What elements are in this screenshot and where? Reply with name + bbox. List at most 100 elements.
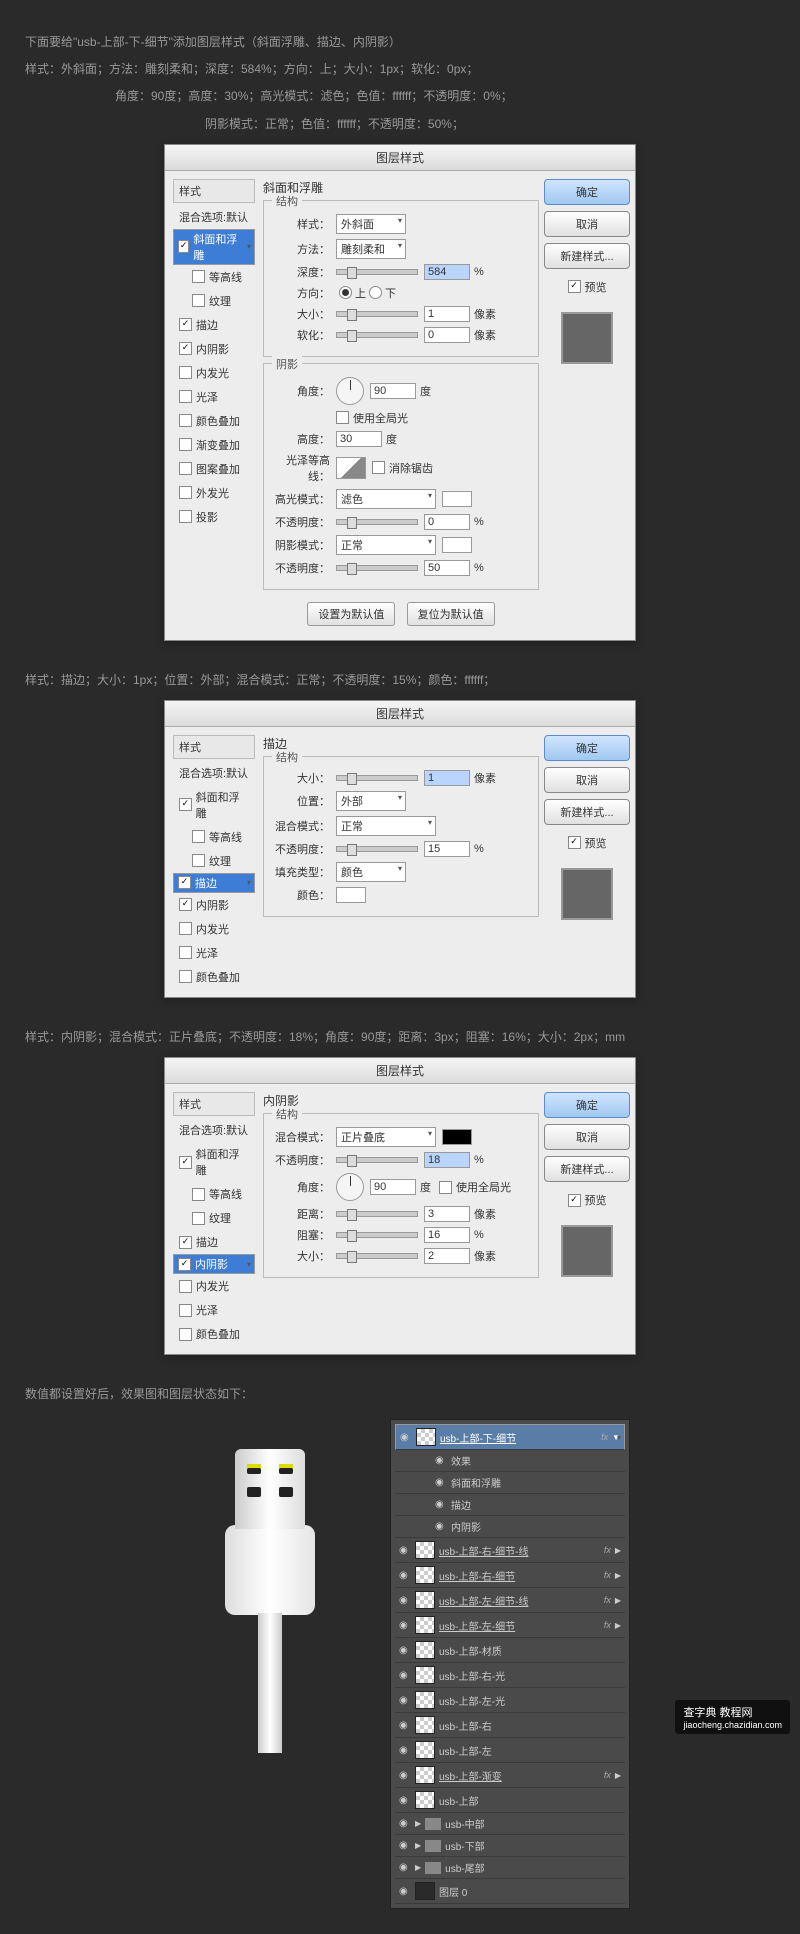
check-icon[interactable] — [179, 366, 192, 379]
visibility-icon[interactable]: ◉ — [399, 1570, 411, 1581]
depth-slider[interactable] — [336, 269, 418, 275]
sh-opacity-input[interactable]: 50 — [424, 560, 470, 576]
shadow-mode-select[interactable]: 正常 — [336, 535, 436, 555]
size-input[interactable]: 2 — [424, 1248, 470, 1264]
layer-effect[interactable]: ◉描边 — [395, 1494, 625, 1516]
collapse-icon[interactable]: ▶ — [615, 1621, 621, 1630]
soften-slider[interactable] — [336, 332, 418, 338]
visibility-icon[interactable]: ◉ — [435, 1477, 447, 1488]
preview-check[interactable] — [568, 1194, 581, 1207]
size-input[interactable]: 1 — [424, 770, 470, 786]
style-gradient-overlay[interactable]: 渐变叠加 — [173, 433, 255, 457]
collapse-icon[interactable]: ▶ — [615, 1771, 621, 1780]
style-bevel[interactable]: 斜面和浮雕 — [173, 229, 255, 265]
check-icon[interactable] — [192, 1212, 205, 1225]
size-slider[interactable] — [336, 1253, 418, 1259]
size-slider[interactable] — [336, 775, 418, 781]
new-style-button[interactable]: 新建样式... — [544, 1156, 630, 1182]
expand-icon[interactable]: ▶ — [415, 1863, 421, 1872]
check-icon[interactable] — [179, 462, 192, 475]
cancel-button[interactable]: 取消 — [544, 767, 630, 793]
style-stroke[interactable]: 描边 — [173, 873, 255, 893]
shadow-color[interactable] — [442, 1129, 472, 1145]
style-outer-glow[interactable]: 外发光 — [173, 481, 255, 505]
visibility-icon[interactable]: ◉ — [399, 1795, 411, 1806]
check-icon[interactable] — [179, 1236, 192, 1249]
layer-row[interactable]: ◉usb-上部-左-细节fx▶ — [395, 1613, 625, 1638]
layer-row[interactable]: ◉usb-上部-左 — [395, 1738, 625, 1763]
preview-check[interactable] — [568, 836, 581, 849]
layer-row[interactable]: ◉usb-上部-材质 — [395, 1638, 625, 1663]
style-contour[interactable]: 等高线 — [173, 1182, 255, 1206]
blend-select[interactable]: 正常 — [336, 816, 436, 836]
style-satin[interactable]: 光泽 — [173, 1298, 255, 1322]
collapse-icon[interactable]: ▶ — [615, 1571, 621, 1580]
angle-input[interactable]: 90 — [370, 383, 416, 399]
global-light-check[interactable] — [439, 1181, 452, 1194]
depth-input[interactable]: 584 — [424, 264, 470, 280]
layer-row[interactable]: ◉usb-上部-右-细节-线fx▶ — [395, 1538, 625, 1563]
gloss-contour[interactable] — [336, 457, 366, 479]
altitude-input[interactable]: 30 — [336, 431, 382, 447]
visibility-icon[interactable]: ◉ — [400, 1432, 412, 1443]
expand-icon[interactable]: ▶ — [415, 1841, 421, 1850]
style-stroke[interactable]: 描边 — [173, 1230, 255, 1254]
collapse-icon[interactable]: ▶ — [615, 1596, 621, 1605]
style-inner-glow[interactable]: 内发光 — [173, 1274, 255, 1298]
style-inner-shadow[interactable]: 内阴影 — [173, 337, 255, 361]
layer-row[interactable]: ◉usb-上部-渐变fx▶ — [395, 1763, 625, 1788]
check-icon[interactable] — [179, 390, 192, 403]
visibility-icon[interactable]: ◉ — [399, 1595, 411, 1606]
check-icon[interactable] — [179, 438, 192, 451]
check-icon[interactable] — [179, 1280, 192, 1293]
ok-button[interactable]: 确定 — [544, 1092, 630, 1118]
style-inner-glow[interactable]: 内发光 — [173, 361, 255, 385]
style-satin[interactable]: 光泽 — [173, 385, 255, 409]
layer-row[interactable]: ◉usb-上部-右-细节fx▶ — [395, 1563, 625, 1588]
blend-options[interactable]: 混合选项:默认 — [173, 761, 255, 785]
style-texture[interactable]: 纹理 — [173, 849, 255, 873]
check-icon[interactable] — [179, 1156, 192, 1169]
check-icon[interactable] — [179, 922, 192, 935]
distance-input[interactable]: 3 — [424, 1206, 470, 1222]
soften-input[interactable]: 0 — [424, 327, 470, 343]
fx-icon[interactable]: fx — [604, 1545, 611, 1555]
layer-row[interactable]: ◉usb-上部-左-光 — [395, 1688, 625, 1713]
visibility-icon[interactable]: ◉ — [435, 1499, 447, 1510]
choke-input[interactable]: 16 — [424, 1227, 470, 1243]
visibility-icon[interactable]: ◉ — [399, 1745, 411, 1756]
style-satin[interactable]: 光泽 — [173, 941, 255, 965]
position-select[interactable]: 外部 — [336, 791, 406, 811]
expand-icon[interactable]: ▶ — [415, 1819, 421, 1828]
visibility-icon[interactable]: ◉ — [399, 1620, 411, 1631]
layer-row[interactable]: ◉图层 0 — [395, 1879, 625, 1904]
method-select[interactable]: 雕刻柔和 — [336, 239, 406, 259]
visibility-icon[interactable]: ◉ — [399, 1840, 411, 1851]
style-stroke[interactable]: 描边 — [173, 313, 255, 337]
dir-up-radio[interactable] — [339, 286, 352, 299]
size-input[interactable]: 1 — [424, 306, 470, 322]
hl-opacity-slider[interactable] — [336, 519, 418, 525]
fx-icon[interactable]: fx — [604, 1595, 611, 1605]
layer-effect[interactable]: ◉效果 — [395, 1450, 625, 1472]
shadow-color[interactable] — [442, 537, 472, 553]
layer-row[interactable]: ◉usb-上部-右 — [395, 1713, 625, 1738]
style-drop-shadow[interactable]: 投影 — [173, 505, 255, 529]
style-contour[interactable]: 等高线 — [173, 825, 255, 849]
fx-icon[interactable]: fx — [604, 1570, 611, 1580]
size-slider[interactable] — [336, 311, 418, 317]
check-icon[interactable] — [192, 854, 205, 867]
sh-opacity-slider[interactable] — [336, 565, 418, 571]
style-inner-shadow[interactable]: 内阴影 — [173, 1254, 255, 1274]
layer-row[interactable]: ◉usb-上部-下-细节fx▼ — [395, 1424, 625, 1450]
opacity-input[interactable]: 18 — [424, 1152, 470, 1168]
choke-slider[interactable] — [336, 1232, 418, 1238]
opacity-input[interactable]: 15 — [424, 841, 470, 857]
dir-down-radio[interactable] — [369, 286, 382, 299]
style-texture[interactable]: 纹理 — [173, 289, 255, 313]
check-icon[interactable] — [179, 1304, 192, 1317]
layer-row[interactable]: ◉▶usb-下部 — [395, 1835, 625, 1857]
reset-default-button[interactable]: 复位为默认值 — [407, 602, 495, 626]
visibility-icon[interactable]: ◉ — [399, 1670, 411, 1681]
angle-input[interactable]: 90 — [370, 1179, 416, 1195]
